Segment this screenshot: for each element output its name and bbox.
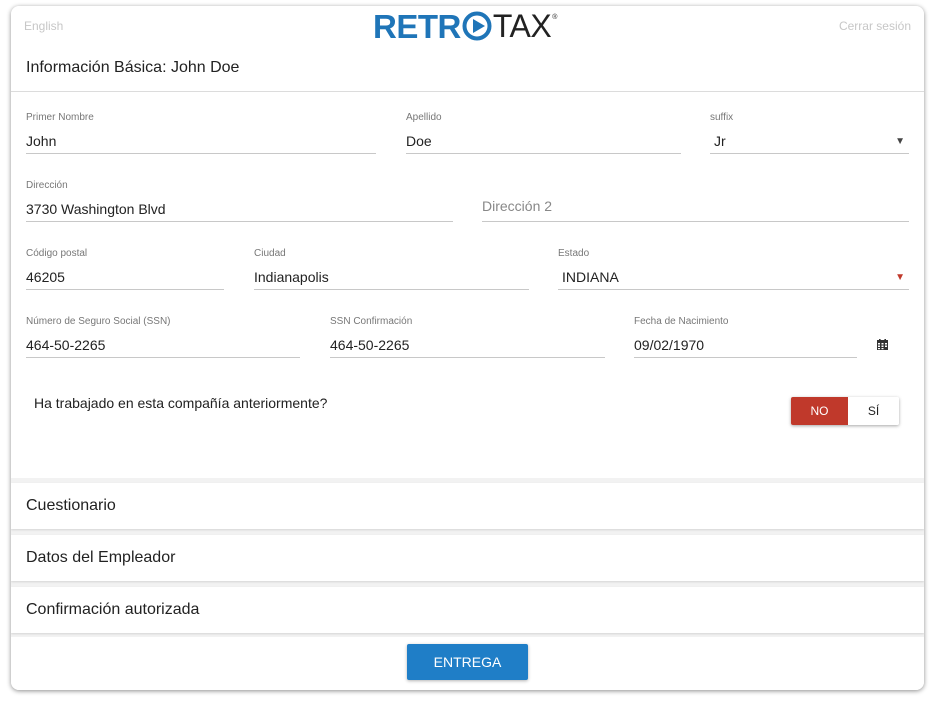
accordion-employer-data[interactable]: Datos del Empleador: [11, 535, 924, 581]
accordion-title: Confirmación autorizada: [26, 601, 200, 618]
address-field[interactable]: Dirección 3730 Washington Blvd: [26, 180, 453, 222]
registered-mark: ®: [552, 14, 558, 21]
address2-placeholder: Dirección 2: [482, 198, 553, 214]
calendar-icon[interactable]: [877, 339, 888, 350]
ssn-label: Número de Seguro Social (SSN): [26, 316, 171, 327]
city-field[interactable]: Ciudad Indianapolis: [254, 248, 529, 290]
logout-link[interactable]: Cerrar sesión: [839, 19, 911, 33]
toggle-no-button[interactable]: NO: [791, 397, 848, 425]
ssn-field[interactable]: Número de Seguro Social (SSN) 464-50-226…: [26, 316, 300, 358]
previous-employment-toggle: NO SÍ: [791, 397, 899, 425]
basic-info-section: Información Básica: John Doe Primer Nomb…: [11, 46, 924, 478]
language-link[interactable]: English: [24, 19, 63, 33]
last-name-value: Doe: [406, 133, 432, 149]
ssn-confirm-value: 464-50-2265: [330, 337, 410, 353]
address2-field[interactable]: Dirección 2: [482, 180, 909, 222]
previous-employment-question: Ha trabajado en esta compañía anteriorme…: [34, 395, 328, 411]
state-label: Estado: [558, 248, 590, 259]
address-value: 3730 Washington Blvd: [26, 201, 166, 217]
retrotax-logo: RETR TAX ®: [373, 8, 561, 44]
submit-button[interactable]: ENTREGA: [407, 644, 528, 680]
logo-text-retro: RETR: [373, 7, 461, 45]
ssn-value: 464-50-2265: [26, 337, 106, 353]
accordion-title: Cuestionario: [26, 497, 116, 514]
suffix-label: suffix: [710, 112, 734, 123]
last-name-field[interactable]: Apellido Doe: [406, 112, 681, 154]
first-name-label: Primer Nombre: [26, 112, 94, 123]
state-select[interactable]: Estado INDIANA ▼: [558, 248, 909, 290]
city-label: Ciudad: [254, 248, 286, 259]
dob-field[interactable]: Fecha de Nacimiento 09/02/1970: [634, 316, 857, 358]
suffix-select[interactable]: suffix Jr ▼: [710, 112, 909, 154]
dob-label: Fecha de Nacimiento: [634, 316, 729, 327]
address-label: Dirección: [26, 180, 68, 191]
accordion-questionnaire[interactable]: Cuestionario: [11, 483, 924, 529]
toggle-yes-button[interactable]: SÍ: [848, 397, 899, 425]
accordion-title: Datos del Empleador: [26, 549, 176, 566]
suffix-value: Jr: [714, 133, 726, 149]
basic-info-header[interactable]: Información Básica: John Doe: [11, 46, 924, 92]
section-title: Información Básica: John Doe: [26, 59, 240, 76]
zip-value: 46205: [26, 269, 65, 285]
first-name-field[interactable]: Primer Nombre John: [26, 112, 376, 154]
play-circle-icon: [462, 11, 492, 41]
dropdown-arrow-icon: ▼: [895, 272, 905, 283]
footer-bar: ENTREGA: [11, 637, 924, 690]
top-bar: English RETR TAX ® Cerrar sesión: [11, 6, 924, 46]
ssn-confirm-field[interactable]: SSN Confirmación 464-50-2265: [330, 316, 605, 358]
logo-text-tax: TAX: [492, 8, 552, 44]
accordion-authorized-confirmation[interactable]: Confirmación autorizada: [11, 587, 924, 633]
dob-value: 09/02/1970: [634, 337, 705, 353]
first-name-value: John: [26, 133, 57, 149]
dropdown-arrow-icon: ▼: [895, 136, 905, 147]
city-value: Indianapolis: [254, 269, 329, 285]
app-card: English RETR TAX ® Cerrar sesión Informa…: [11, 6, 924, 690]
last-name-label: Apellido: [406, 112, 442, 123]
ssn-confirm-label: SSN Confirmación: [330, 316, 413, 327]
zip-field[interactable]: Código postal 46205: [26, 248, 224, 290]
state-value: INDIANA: [562, 269, 619, 285]
zip-label: Código postal: [26, 248, 88, 259]
